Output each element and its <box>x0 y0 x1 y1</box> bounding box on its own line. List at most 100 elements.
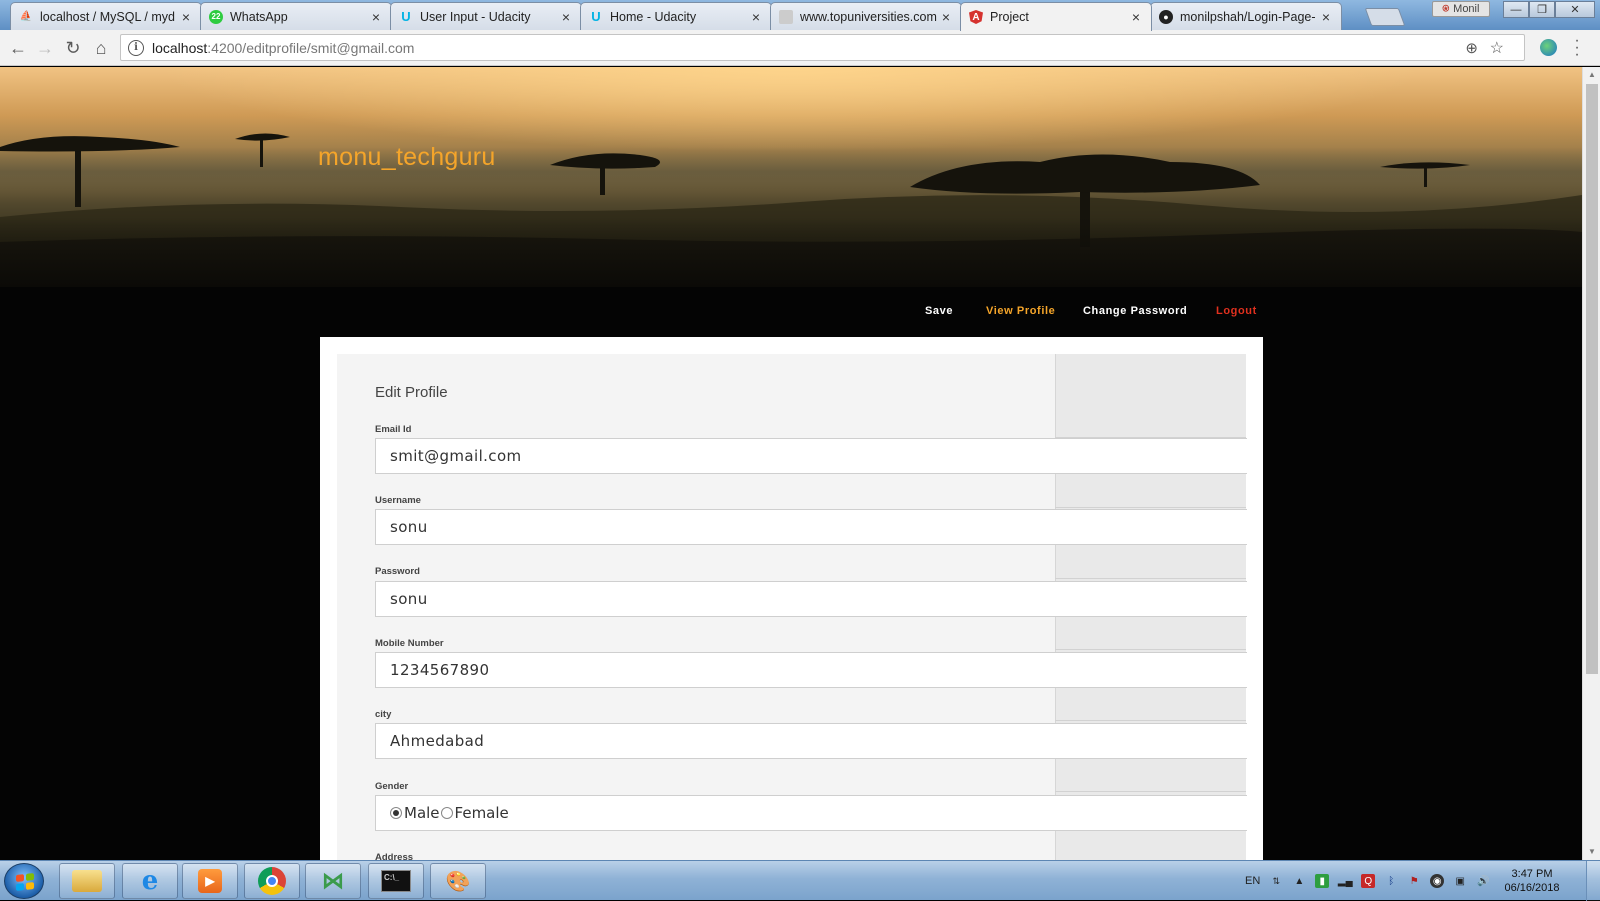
form-title: Edit Profile <box>375 384 448 401</box>
red-app-icon[interactable]: Q <box>1361 874 1376 888</box>
edit-profile-panel: Edit Profile Email Id smit@gmail.com Use… <box>320 337 1263 860</box>
command-prompt-icon: C:\_ <box>381 870 411 892</box>
paint-icon: 🎨 <box>445 870 471 893</box>
udacity-icon: U <box>591 9 601 24</box>
taskbar-media-player[interactable]: ▶ <box>182 863 238 899</box>
side-divider <box>1055 649 1246 650</box>
visual-studio-code-icon: ⋈ <box>322 868 344 893</box>
reload-icon[interactable]: ↻ <box>61 36 85 60</box>
show-desktop-button[interactable] <box>1586 861 1600 901</box>
close-icon[interactable]: × <box>939 9 953 25</box>
nav-save-link[interactable]: Save <box>925 305 953 317</box>
close-icon[interactable]: × <box>559 9 573 25</box>
start-button[interactable] <box>4 863 44 899</box>
password-field[interactable]: sonu <box>375 581 1247 617</box>
nav-change-password-link[interactable]: Change Password <box>1083 305 1187 317</box>
home-icon[interactable]: ⌂ <box>89 36 113 60</box>
gender-label: Gender <box>375 781 409 792</box>
tab-whatsapp[interactable]: 22 WhatsApp × <box>200 2 392 30</box>
scroll-down-icon[interactable]: ▼ <box>1583 844 1600 860</box>
edit-profile-form: Edit Profile Email Id smit@gmail.com Use… <box>337 354 1247 860</box>
chrome-icon <box>258 867 286 895</box>
internet-explorer-icon: e <box>141 866 159 896</box>
profile-chip[interactable]: ⍟ Monil <box>1432 1 1490 17</box>
browser-menu-icon[interactable]: · · · <box>1572 33 1582 63</box>
action-center-icon[interactable]: ⚑ <box>1407 874 1421 888</box>
volume-icon[interactable]: 🔊 <box>1476 874 1490 888</box>
city-field[interactable]: Ahmedabad <box>375 723 1247 759</box>
show-hidden-icons[interactable]: ▲ <box>1292 874 1306 888</box>
tab-project[interactable]: A Project × <box>960 2 1152 31</box>
restore-button[interactable]: ❐ <box>1529 1 1555 18</box>
tab-label: WhatsApp <box>230 9 288 24</box>
zoom-icon[interactable]: ⊕ <box>1465 39 1478 57</box>
profile-name: Monil <box>1453 3 1480 15</box>
language-indicator[interactable]: EN <box>1245 875 1260 887</box>
tab-home-udacity[interactable]: U Home - Udacity × <box>580 2 772 30</box>
scroll-thumb[interactable] <box>1586 84 1598 674</box>
close-window-button[interactable]: ✕ <box>1555 1 1595 18</box>
username-label: Username <box>375 495 421 506</box>
tab-user-input-udacity[interactable]: U User Input - Udacity × <box>390 2 582 30</box>
system-clock[interactable]: 3:47 PM 06/16/2018 <box>1502 867 1562 895</box>
page-scrollbar[interactable]: ▲ ▼ <box>1582 67 1600 860</box>
page-viewport: monu_techguru Save View Profile Change P… <box>0 67 1582 860</box>
clock-time: 3:47 PM <box>1511 868 1553 880</box>
tab-topuniversities[interactable]: www.topuniversities.com × <box>770 2 962 30</box>
gender-male-label[interactable]: Male <box>404 804 440 822</box>
profile-icon: ⍟ <box>1442 2 1450 15</box>
bookmark-star-icon[interactable]: ☆ <box>1490 38 1504 58</box>
taskbar-vscode[interactable]: ⋈ <box>305 863 361 899</box>
mobile-field[interactable]: 1234567890 <box>375 652 1247 688</box>
extension-globe-icon[interactable] <box>1540 39 1557 56</box>
side-divider <box>1055 578 1246 579</box>
tab-label: User Input - Udacity <box>420 9 531 24</box>
email-field[interactable]: smit@gmail.com <box>375 438 1247 474</box>
taskbar-chrome[interactable] <box>244 863 300 899</box>
minimize-button[interactable]: — <box>1503 1 1529 18</box>
close-icon[interactable]: × <box>749 9 763 25</box>
tab-label: www.topuniversities.com <box>800 9 937 24</box>
info-icon[interactable]: i <box>128 39 144 56</box>
camera-app-icon[interactable]: ◉ <box>1430 874 1445 888</box>
close-icon[interactable]: × <box>369 9 383 25</box>
bluetooth-icon[interactable]: ᛒ <box>1384 874 1398 888</box>
close-icon[interactable]: × <box>1129 9 1143 25</box>
keyboard-icon[interactable]: ⇅ <box>1269 874 1283 888</box>
address-path: :4200/editprofile/smit@gmail.com <box>207 39 415 56</box>
nav-logout-link[interactable]: Logout <box>1216 305 1257 317</box>
taskbar-paint[interactable]: 🎨 <box>430 863 486 899</box>
taskbar-file-explorer[interactable] <box>59 863 115 899</box>
scroll-up-icon[interactable]: ▲ <box>1583 67 1600 83</box>
tab-github[interactable]: ● monilpshah/Login-Page- × <box>1150 2 1342 30</box>
close-icon[interactable]: × <box>1319 9 1333 25</box>
back-icon[interactable]: ← <box>6 36 30 60</box>
browser-toolbar: ← → ↻ ⌂ i localhost:4200/editprofile/smi… <box>0 30 1600 66</box>
gender-male-radio[interactable] <box>390 807 402 819</box>
network-signal-icon[interactable]: ▂▄ <box>1338 874 1353 888</box>
whatsapp-icon: 22 <box>209 9 223 24</box>
gender-female-label[interactable]: Female <box>455 804 509 822</box>
clock-date: 06/16/2018 <box>1504 882 1560 894</box>
taskbar-command-prompt[interactable]: C:\_ <box>368 863 424 899</box>
username-field[interactable]: sonu <box>375 509 1247 545</box>
nav-view-profile-link[interactable]: View Profile <box>986 305 1055 317</box>
gender-female-radio[interactable] <box>440 807 453 819</box>
device-icon[interactable]: ▣ <box>1453 874 1467 888</box>
tab-label: Home - Udacity <box>610 9 697 24</box>
phpmyadmin-icon: ⛵ <box>19 11 33 22</box>
angular-icon: A <box>969 10 983 24</box>
forward-icon[interactable]: → <box>33 36 57 60</box>
taskbar-internet-explorer[interactable]: e <box>122 863 178 899</box>
side-divider <box>1055 791 1246 792</box>
media-player-icon: ▶ <box>198 869 222 893</box>
mobile-label: Mobile Number <box>375 638 444 649</box>
tab-phpmyadmin[interactable]: ⛵ localhost / MySQL / myd × <box>10 2 202 30</box>
address-bar[interactable]: i localhost:4200/editprofile/smit@gmail.… <box>120 34 1525 61</box>
github-icon: ● <box>1159 9 1173 24</box>
top-nav: Save View Profile Change Password Logout <box>0 305 1582 325</box>
green-app-icon[interactable]: ▮ <box>1315 874 1330 888</box>
new-tab-button[interactable] <box>1364 8 1406 26</box>
close-icon[interactable]: × <box>179 9 193 25</box>
site-title[interactable]: monu_techguru <box>318 143 496 172</box>
